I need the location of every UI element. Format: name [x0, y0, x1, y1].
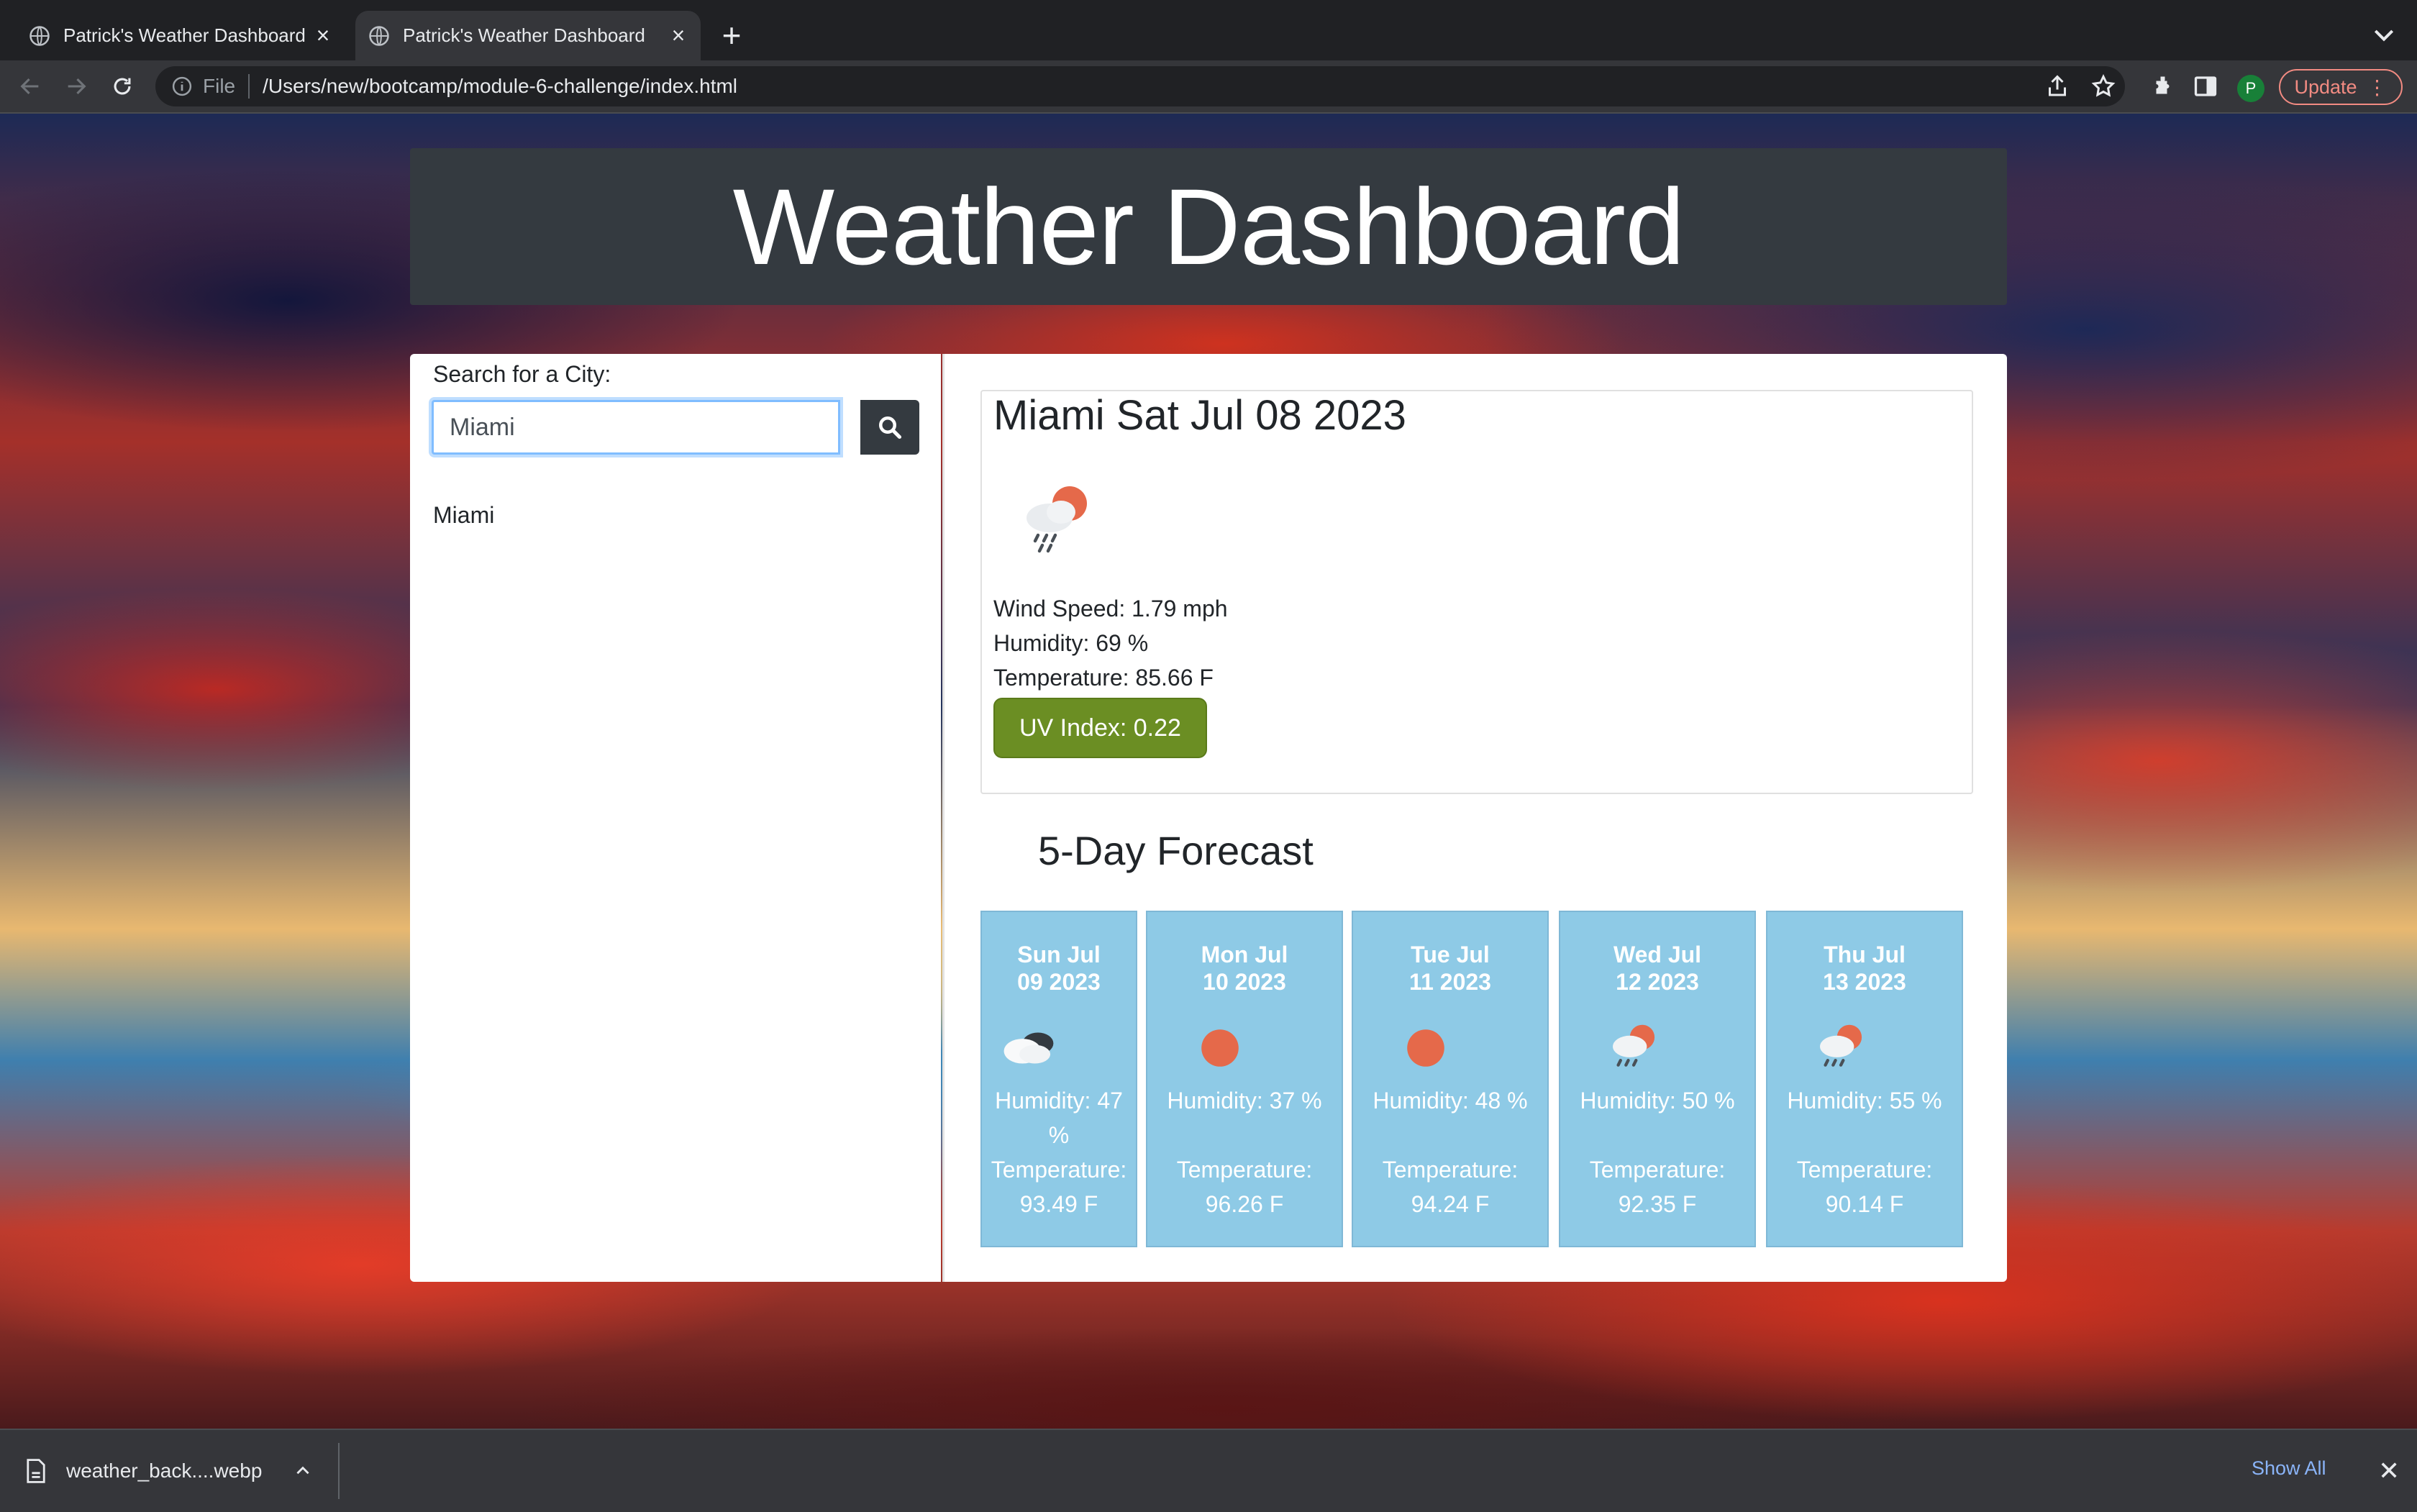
page-viewport: Weather Dashboard Search for a City: Mia…	[0, 114, 2417, 1429]
download-divider	[338, 1443, 340, 1499]
tab-close-icon[interactable]: ×	[311, 22, 335, 48]
forecast-humidity: Humidity: 37 %	[1167, 1088, 1322, 1113]
new-tab-button[interactable]: +	[714, 19, 750, 55]
search-label: Search for a City:	[433, 361, 611, 387]
back-button[interactable]	[14, 70, 46, 102]
forecast-card: Mon Jul 10 2023 Humidity: 37 % Temperatur…	[1146, 911, 1343, 1247]
search-icon	[879, 416, 902, 440]
current-weather-card: Miami Sat Jul 08 2023 Wind Speed: 1.79 m…	[980, 390, 1973, 794]
current-city-heading: Miami Sat Jul 08 2023	[993, 392, 1406, 439]
cloudy-icon	[1003, 1032, 1054, 1064]
arrow-left-icon	[20, 78, 39, 95]
forecast-card: Tue Jul 11 2023 Humidity: 48 % Temperatur…	[1352, 911, 1549, 1247]
forecast-card: Thu Jul 13 2023 Humidity: 55 % Temperatur…	[1766, 911, 1963, 1247]
update-label: Update	[2294, 76, 2357, 98]
forecast-humidity: Humidity: 47 %	[995, 1088, 1123, 1148]
download-bar: weather_back....webp Show All ✕	[0, 1429, 2417, 1512]
tab-title: Patrick's Weather Dashboard	[403, 24, 645, 46]
temperature: Temperature: 85.66 F	[993, 665, 1214, 691]
forecast-humidity: Humidity: 48 %	[1373, 1088, 1528, 1113]
file-icon	[27, 1459, 45, 1483]
forecast-date: Thu Jul 13 2023	[1823, 942, 1906, 995]
browser-toolbar: File /Users/new/bootcamp/module-6-challe…	[0, 60, 2417, 114]
globe-icon	[29, 25, 50, 46]
tab-weather-dashboard-2[interactable]: Patrick's Weather Dashboard ×	[355, 11, 701, 60]
forecast-card: Wed Jul 12 2023 Humidity: 50 % Temperatur…	[1559, 911, 1756, 1247]
download-item[interactable]: weather_back....webp	[26, 1449, 312, 1493]
forecast-temperature: Temperature: 96.26 F	[1176, 1157, 1313, 1217]
star-icon[interactable]	[2090, 73, 2116, 99]
forward-button[interactable]	[60, 70, 92, 102]
rain-sun-icon	[1820, 1024, 1862, 1067]
forecast-humidity: Humidity: 50 %	[1580, 1088, 1735, 1113]
forecast-title: 5-Day Forecast	[1038, 828, 1314, 873]
reload-button[interactable]	[106, 70, 138, 102]
address-url: /Users/new/bootcamp/module-6-challenge/i…	[263, 75, 738, 97]
search-button[interactable]	[860, 400, 919, 455]
share-icon[interactable]	[2044, 73, 2070, 99]
close-icon[interactable]: ✕	[2378, 1456, 2400, 1486]
arrow-right-icon	[68, 78, 86, 95]
humidity: Humidity: 69 %	[993, 630, 1149, 656]
more-vert-icon: ⋮	[2367, 76, 2388, 99]
search-history-item[interactable]: Miami	[433, 502, 494, 529]
search-panel: Search for a City: Miami	[410, 354, 941, 1282]
reload-icon	[114, 78, 131, 95]
forecast-date: Wed Jul 12 2023	[1613, 942, 1702, 995]
tab-close-icon[interactable]: ×	[666, 22, 691, 48]
profile-avatar[interactable]: P	[2237, 75, 2264, 102]
chevron-up-icon[interactable]	[293, 1462, 312, 1480]
tab-title: Patrick's Weather Dashboard	[63, 24, 306, 46]
forecast-temperature: Temperature: 90.14 F	[1796, 1157, 1933, 1217]
address-scheme: File	[203, 75, 236, 97]
wind-speed: Wind Speed: 1.79 mph	[993, 596, 1228, 621]
rain-sun-icon	[1613, 1024, 1655, 1067]
sun-icon	[1407, 1029, 1444, 1067]
forecast-date: Mon Jul 10 2023	[1201, 942, 1288, 995]
update-button[interactable]: Update ⋮	[2279, 69, 2403, 105]
forecast-date: Tue Jul 11 2023	[1409, 942, 1491, 995]
page-title: Weather Dashboard	[732, 165, 1685, 287]
sun-icon	[1201, 1029, 1239, 1067]
address-bar[interactable]: File /Users/new/bootcamp/module-6-challe…	[155, 66, 2125, 106]
uv-index-badge: UV Index: 0.22	[993, 698, 1207, 758]
forecast-date: Sun Jul 09 2023	[1017, 942, 1101, 995]
address-divider	[248, 74, 250, 99]
forecast-humidity: Humidity: 55 %	[1787, 1088, 1942, 1113]
show-all-button[interactable]: Show All	[2252, 1457, 2326, 1480]
forecast-temperature: Temperature: 93.49 F	[991, 1157, 1127, 1217]
tab-weather-dashboard-1[interactable]: Patrick's Weather Dashboard ×	[16, 11, 345, 60]
chevron-down-icon[interactable]	[2370, 20, 2398, 49]
extensions-icon[interactable]	[2147, 73, 2172, 99]
forecast-temperature: Temperature: 92.35 F	[1589, 1157, 1726, 1217]
forecast-card: Sun Jul 09 2023 Humidity: 47 % Temperatur…	[980, 911, 1137, 1247]
rain-sun-icon	[1027, 486, 1087, 553]
forecast-temperature: Temperature: 94.24 F	[1382, 1157, 1519, 1217]
page-header: Weather Dashboard	[410, 148, 2007, 305]
info-icon[interactable]	[171, 76, 193, 97]
city-search-input[interactable]	[432, 400, 840, 455]
tab-strip: Patrick's Weather Dashboard × Patrick's …	[0, 0, 2417, 60]
globe-icon	[369, 25, 389, 46]
download-filename: weather_back....webp	[66, 1459, 263, 1482]
side-panel-icon[interactable]	[2193, 73, 2218, 99]
weather-panel: Miami Sat Jul 08 2023 Wind Speed: 1.79 m…	[942, 354, 2007, 1282]
